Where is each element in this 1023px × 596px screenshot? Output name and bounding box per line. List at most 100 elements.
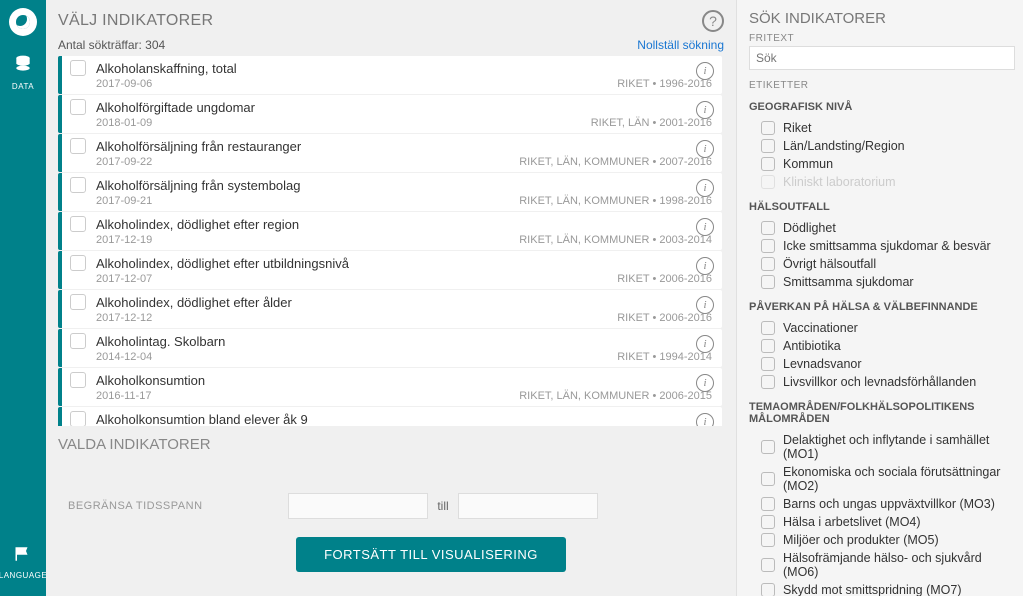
filter-checkbox[interactable] — [761, 339, 775, 353]
filter-checkbox[interactable] — [761, 533, 775, 547]
filter-checkbox[interactable] — [761, 583, 775, 596]
info-icon[interactable]: i — [696, 218, 714, 236]
filter-item[interactable]: Riket — [749, 119, 1015, 137]
filter-item[interactable]: Skydd mot smittspridning (MO7) — [749, 581, 1015, 596]
filter-item[interactable]: Hälsofrämjande hälso- och sjukvård (MO6) — [749, 549, 1015, 581]
indicator-checkbox[interactable] — [70, 216, 86, 232]
filter-item[interactable]: Vaccinationer — [749, 319, 1015, 337]
indicator-title: Alkoholförsäljning från restauranger — [96, 139, 301, 154]
continue-button[interactable]: FORTSÄTT TILL VISUALISERING — [296, 537, 566, 572]
filter-item[interactable]: Dödlighet — [749, 219, 1015, 237]
indicator-checkbox[interactable] — [70, 138, 86, 154]
indicator-checkbox[interactable] — [70, 177, 86, 193]
indicator-card[interactable]: Alkoholindex, dödlighet efter ålder i 2017… — [58, 290, 722, 328]
indicator-checkbox[interactable] — [70, 372, 86, 388]
filter-checkbox[interactable] — [761, 139, 775, 153]
indicator-card[interactable]: Alkoholintag. Skolbarni2014-12-04RIKET •… — [58, 329, 722, 367]
indicator-meta: RIKET, LÄN, KOMMUNER • 2003-2014 — [519, 234, 712, 246]
indicator-title: Alkoholindex, dödlighet efter ålder — [96, 295, 292, 310]
indicator-checkbox[interactable] — [70, 294, 86, 310]
filter-label: Delaktighet och inflytande i samhället (… — [783, 433, 1015, 461]
info-icon[interactable]: i — [696, 62, 714, 80]
filter-checkbox[interactable] — [761, 472, 775, 486]
indicator-card[interactable]: Alkoholkonsumtion bland elever åk 9i2017… — [58, 407, 722, 426]
indicator-meta: RIKET • 1994-2014 — [617, 351, 712, 363]
info-icon[interactable]: i — [696, 296, 714, 314]
app-logo-icon — [9, 8, 37, 36]
filter-label: Kommun — [783, 157, 833, 171]
filter-label: Antibiotika — [783, 339, 841, 353]
indicator-meta: RIKET • 2006-2016 — [617, 273, 712, 285]
filter-item[interactable]: Delaktighet och inflytande i samhället (… — [749, 431, 1015, 463]
filter-item[interactable]: Smittsamma sjukdomar — [749, 273, 1015, 291]
filter-group-title: PÅVERKAN PÅ HÄLSA & VÄLBEFINNANDE — [749, 301, 1015, 313]
search-input[interactable] — [749, 46, 1015, 70]
filter-checkbox[interactable] — [761, 440, 775, 454]
filter-group-title: GEOGRAFISK NIVÅ — [749, 101, 1015, 113]
filter-item[interactable]: Övrigt hälsoutfall — [749, 255, 1015, 273]
indicator-card[interactable]: Alkoholindex, dödlighet efter utbildning… — [58, 251, 722, 289]
info-icon[interactable]: i — [696, 101, 714, 119]
filter-item[interactable]: Icke smittsamma sjukdomar & besvär — [749, 237, 1015, 255]
filter-checkbox[interactable] — [761, 121, 775, 135]
filter-checkbox[interactable] — [761, 157, 775, 171]
filter-checkbox[interactable] — [761, 375, 775, 389]
indicator-title: Alkoholförsäljning från systembolag — [96, 178, 301, 193]
indicator-checkbox[interactable] — [70, 99, 86, 115]
indicator-card[interactable]: Alkoholindex, dödlighet efter regioni201… — [58, 212, 722, 250]
help-icon[interactable]: ? — [702, 10, 724, 32]
indicator-checkbox[interactable] — [70, 255, 86, 271]
indicator-date: 2018-01-09 — [96, 117, 152, 129]
filter-item[interactable]: Levnadsvanor — [749, 355, 1015, 373]
indicator-date: 2017-12-12 — [96, 312, 152, 324]
indicator-checkbox[interactable] — [70, 411, 86, 426]
indicator-card[interactable]: Alkoholkonsumtioni2016-11-17RIKET, LÄN, … — [58, 368, 722, 406]
filter-checkbox[interactable] — [761, 239, 775, 253]
filter-item[interactable]: Hälsa i arbetslivet (MO4) — [749, 513, 1015, 531]
filter-checkbox[interactable] — [761, 221, 775, 235]
indicator-date: 2016-11-17 — [96, 390, 151, 402]
info-icon[interactable]: i — [696, 257, 714, 275]
filter-checkbox[interactable] — [761, 275, 775, 289]
indicator-card[interactable]: Alkoholförsäljning från systembolag i 2017… — [58, 173, 722, 211]
indicator-checkbox[interactable] — [70, 333, 86, 349]
indicator-date: 2017-09-06 — [96, 78, 152, 90]
filter-checkbox[interactable] — [761, 558, 775, 572]
filter-label: Riket — [783, 121, 811, 135]
timespan-from-input[interactable] — [288, 493, 428, 519]
reset-search-link[interactable]: Nollställ sökning — [637, 38, 724, 52]
info-icon[interactable]: i — [696, 140, 714, 158]
filter-item[interactable]: Miljöer och produkter (MO5) — [749, 531, 1015, 549]
indicator-select-section: VÄLJ INDIKATORER ? Antal sökträffar: 304… — [46, 0, 736, 426]
filter-item[interactable]: Barns och ungas uppväxtvillkor (MO3) — [749, 495, 1015, 513]
filter-checkbox[interactable] — [761, 515, 775, 529]
filter-label: Smittsamma sjukdomar — [783, 275, 914, 289]
filter-item[interactable]: Antibiotika — [749, 337, 1015, 355]
info-icon[interactable]: i — [696, 335, 714, 353]
nav-language[interactable]: LANGUAGE — [0, 541, 46, 584]
filter-label: Ekonomiska och sociala förutsättningar (… — [783, 465, 1015, 493]
filter-checkbox[interactable] — [761, 321, 775, 335]
search-title: SÖK INDIKATORER — [749, 10, 1015, 27]
filter-checkbox[interactable] — [761, 357, 775, 371]
indicator-list[interactable]: Alkoholanskaffning, totali2017-09-06RIKE… — [58, 56, 724, 426]
indicator-card[interactable]: Alkoholförgiftade ungdomari2018-01-09RIK… — [58, 95, 722, 133]
filter-group-title: TEMAOMRÅDEN/FOLKHÄLSOPOLITIKENS MÅLOMRÅD… — [749, 401, 1015, 425]
info-icon[interactable]: i — [696, 179, 714, 197]
indicator-date: 2017-09-21 — [96, 195, 152, 207]
filter-item[interactable]: Kommun — [749, 155, 1015, 173]
indicator-card[interactable]: Alkoholförsäljning från restauranger i 201… — [58, 134, 722, 172]
filter-checkbox[interactable] — [761, 257, 775, 271]
nav-data[interactable]: DATA — [0, 50, 46, 95]
indicator-checkbox[interactable] — [70, 60, 86, 76]
timespan-to-input[interactable] — [458, 493, 598, 519]
info-icon[interactable]: i — [696, 413, 714, 426]
indicator-date: 2017-09-22 — [96, 156, 152, 168]
filter-item[interactable]: Livsvillkor och levnadsförhållanden — [749, 373, 1015, 391]
filter-item[interactable]: Län/Landsting/Region — [749, 137, 1015, 155]
info-icon[interactable]: i — [696, 374, 714, 392]
indicator-card[interactable]: Alkoholanskaffning, totali2017-09-06RIKE… — [58, 56, 722, 94]
filter-item[interactable]: Ekonomiska och sociala förutsättningar (… — [749, 463, 1015, 495]
indicator-meta: RIKET, LÄN • 2001-2016 — [591, 117, 712, 129]
filter-checkbox[interactable] — [761, 497, 775, 511]
